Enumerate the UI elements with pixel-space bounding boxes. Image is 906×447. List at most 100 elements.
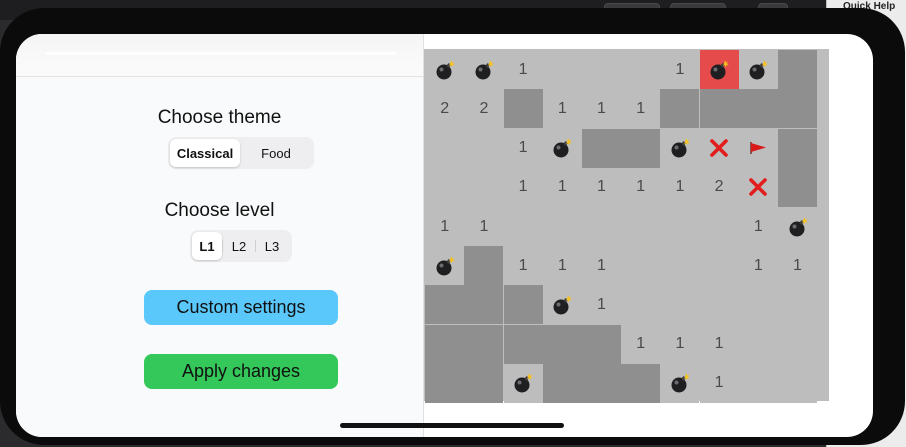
cell-empty[interactable] (582, 50, 621, 90)
cell-exploded-mine[interactable] (699, 50, 739, 90)
cell-mine[interactable] (542, 128, 582, 168)
cell-hidden[interactable] (425, 285, 465, 325)
cell-hidden[interactable] (699, 89, 739, 129)
cell-empty[interactable] (425, 128, 465, 168)
cell-number[interactable]: 1 (503, 128, 543, 168)
cell-wrong-flag[interactable] (738, 167, 778, 207)
cell-number[interactable]: 1 (464, 207, 504, 246)
cell-number[interactable]: 1 (699, 363, 739, 403)
level-option-l2[interactable]: L2 (223, 232, 255, 260)
cell-hidden[interactable] (778, 50, 817, 90)
cell-hidden[interactable] (582, 324, 621, 364)
cell-hidden[interactable] (464, 246, 504, 286)
cell-empty[interactable] (699, 246, 739, 286)
cell-empty[interactable] (425, 167, 465, 207)
cell-empty[interactable] (778, 285, 817, 325)
cell-number[interactable]: 1 (738, 246, 778, 286)
cell-number[interactable]: 1 (503, 167, 543, 207)
cell-mine[interactable] (660, 363, 700, 403)
cell-number[interactable]: 2 (425, 89, 465, 129)
cell-number[interactable]: 1 (621, 167, 661, 207)
cell-empty[interactable] (621, 207, 661, 246)
cell-mine[interactable] (738, 50, 778, 90)
cell-hidden[interactable] (503, 89, 543, 129)
cell-number[interactable]: 1 (660, 324, 700, 364)
cell-number[interactable]: 1 (582, 246, 621, 286)
cell-hidden[interactable] (778, 128, 817, 168)
cell-hidden[interactable] (582, 363, 621, 403)
cell-empty[interactable] (621, 246, 661, 286)
cell-empty[interactable] (738, 285, 778, 325)
cell-empty[interactable] (778, 363, 817, 403)
theme-segmented-control[interactable]: Classical Food (168, 137, 314, 169)
cell-empty[interactable] (464, 128, 504, 168)
cell-hidden[interactable] (503, 285, 543, 325)
cell-number[interactable]: 1 (660, 167, 700, 207)
cell-number[interactable]: 1 (425, 207, 465, 246)
level-option-l3[interactable]: L3 (256, 232, 288, 260)
cell-mine[interactable] (464, 50, 504, 90)
cell-empty[interactable] (582, 207, 621, 246)
cell-hidden[interactable] (660, 89, 700, 129)
apply-changes-button[interactable]: Apply changes (144, 354, 338, 389)
cell-hidden[interactable] (621, 363, 661, 403)
cell-number[interactable]: 1 (738, 207, 778, 246)
cell-empty[interactable] (503, 207, 543, 246)
cell-empty[interactable] (660, 285, 700, 325)
cell-number[interactable]: 1 (582, 285, 621, 325)
cell-hidden[interactable] (464, 363, 504, 403)
cell-mine[interactable] (660, 128, 700, 168)
cell-number[interactable]: 1 (699, 324, 739, 364)
cell-number[interactable]: 1 (503, 246, 543, 286)
cell-mine[interactable] (425, 246, 465, 286)
cell-number[interactable]: 1 (778, 246, 817, 286)
level-option-l1[interactable]: L1 (192, 232, 222, 260)
cell-empty[interactable] (464, 167, 504, 207)
cell-mine[interactable] (542, 285, 582, 325)
cell-empty[interactable] (738, 363, 778, 403)
cell-mine[interactable] (425, 50, 465, 90)
cell-number[interactable]: 2 (464, 89, 504, 129)
cell-flag[interactable] (738, 128, 778, 168)
cell-wrong-flag[interactable] (699, 128, 739, 168)
cell-empty[interactable] (778, 324, 817, 364)
cell-empty[interactable] (738, 324, 778, 364)
cell-number[interactable]: 1 (621, 324, 661, 364)
cell-hidden[interactable] (425, 324, 465, 364)
cell-empty[interactable] (621, 285, 661, 325)
cell-hidden[interactable] (582, 128, 621, 168)
cell-hidden[interactable] (425, 363, 465, 403)
cell-empty[interactable] (542, 50, 582, 90)
theme-option-food[interactable]: Food (240, 139, 312, 167)
cell-number[interactable]: 1 (660, 50, 700, 90)
theme-option-classical[interactable]: Classical (170, 139, 240, 167)
cell-empty[interactable] (660, 246, 700, 286)
custom-settings-button[interactable]: Custom settings (144, 290, 338, 325)
cell-number[interactable]: 1 (582, 89, 621, 129)
cell-number[interactable]: 1 (582, 167, 621, 207)
cell-hidden[interactable] (621, 128, 661, 168)
cell-hidden[interactable] (778, 167, 817, 207)
cell-number[interactable]: 1 (621, 89, 661, 129)
cell-number[interactable]: 1 (542, 246, 582, 286)
cell-mine[interactable] (778, 207, 817, 246)
cell-empty[interactable] (542, 207, 582, 246)
cell-hidden[interactable] (542, 363, 582, 403)
level-segmented-control[interactable]: L1 L2 L3 (190, 230, 292, 262)
cell-empty[interactable] (621, 50, 661, 90)
cell-hidden[interactable] (778, 89, 817, 129)
cell-empty[interactable] (660, 207, 700, 246)
cell-hidden[interactable] (503, 324, 543, 364)
cell-number[interactable]: 1 (542, 89, 582, 129)
cell-hidden[interactable] (464, 285, 504, 325)
cell-number[interactable]: 2 (699, 167, 739, 207)
cell-mine[interactable] (503, 363, 543, 403)
cell-number[interactable]: 1 (503, 50, 543, 90)
cell-hidden[interactable] (464, 324, 504, 364)
cell-empty[interactable] (699, 285, 739, 325)
cell-number[interactable]: 1 (542, 167, 582, 207)
cell-hidden[interactable] (738, 89, 778, 129)
cell-hidden[interactable] (542, 324, 582, 364)
cell-empty[interactable] (699, 207, 739, 246)
home-indicator[interactable] (340, 423, 564, 428)
